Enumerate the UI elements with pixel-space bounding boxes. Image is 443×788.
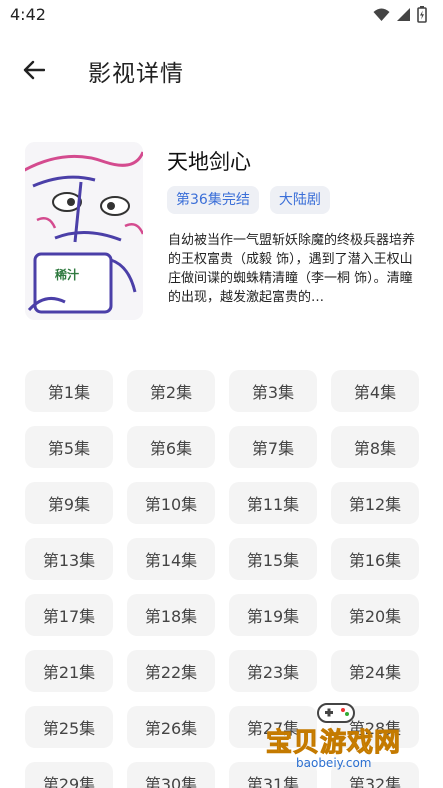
back-button[interactable] [18, 54, 50, 86]
poster-cup-text: 稀汁 [55, 268, 80, 282]
wifi-icon [373, 8, 390, 21]
episode-button[interactable]: 第32集 [331, 762, 419, 788]
poster-image [25, 142, 143, 320]
show-description: 自幼被当作一气盟斩妖除魔的终极兵器培养的王权富贵（成毅 饰），遇到了潜入王权山庄… [168, 233, 416, 305]
episode-button[interactable]: 第12集 [331, 482, 419, 524]
page-title: 影视详情 [88, 61, 184, 87]
episode-button[interactable]: 第15集 [229, 538, 317, 580]
arrow-left-icon [23, 60, 45, 80]
episode-status-tag: 第36集完结 [167, 186, 259, 214]
episode-button[interactable]: 第3集 [229, 370, 317, 412]
status-time: 4:42 [10, 5, 46, 24]
episode-button[interactable]: 第11集 [229, 482, 317, 524]
episode-button[interactable]: 第10集 [127, 482, 215, 524]
episode-button[interactable]: 第22集 [127, 650, 215, 692]
episode-button[interactable]: 第7集 [229, 426, 317, 468]
signal-icon [397, 8, 410, 21]
episode-button[interactable]: 第29集 [25, 762, 113, 788]
episode-button[interactable]: 第30集 [127, 762, 215, 788]
episode-button[interactable]: 第13集 [25, 538, 113, 580]
tag-list: 第36集完结 大陆剧 [167, 186, 330, 214]
status-bar: 4:42 [0, 0, 443, 30]
episode-button[interactable]: 第21集 [25, 650, 113, 692]
episode-button[interactable]: 第31集 [229, 762, 317, 788]
episode-button[interactable]: 第8集 [331, 426, 419, 468]
episode-button[interactable]: 第1集 [25, 370, 113, 412]
status-icons [373, 6, 427, 23]
show-poster: 稀汁 [25, 142, 143, 320]
episode-button[interactable]: 第17集 [25, 594, 113, 636]
episode-button[interactable]: 第4集 [331, 370, 419, 412]
episode-button[interactable]: 第16集 [331, 538, 419, 580]
episode-button[interactable]: 第6集 [127, 426, 215, 468]
episode-button[interactable]: 第19集 [229, 594, 317, 636]
show-title: 天地剑心 [167, 150, 251, 174]
episode-button[interactable]: 第24集 [331, 650, 419, 692]
app-bar: 影视详情 [0, 40, 443, 98]
episode-button[interactable]: 第20集 [331, 594, 419, 636]
episode-button[interactable]: 第2集 [127, 370, 215, 412]
region-tag: 大陆剧 [269, 186, 330, 214]
episode-button[interactable]: 第26集 [127, 706, 215, 748]
episode-button[interactable]: 第23集 [229, 650, 317, 692]
episode-button[interactable]: 第25集 [25, 706, 113, 748]
episode-button[interactable]: 第14集 [127, 538, 215, 580]
battery-charging-icon [417, 6, 427, 23]
episode-button[interactable]: 第27集 [229, 706, 317, 748]
episode-grid: 第1集 第2集 第3集 第4集 第5集 第6集 第7集 第8集 第9集 第10集… [25, 370, 419, 788]
episode-button[interactable]: 第28集 [331, 706, 419, 748]
episode-button[interactable]: 第9集 [25, 482, 113, 524]
episode-button[interactable]: 第5集 [25, 426, 113, 468]
episode-button[interactable]: 第18集 [127, 594, 215, 636]
